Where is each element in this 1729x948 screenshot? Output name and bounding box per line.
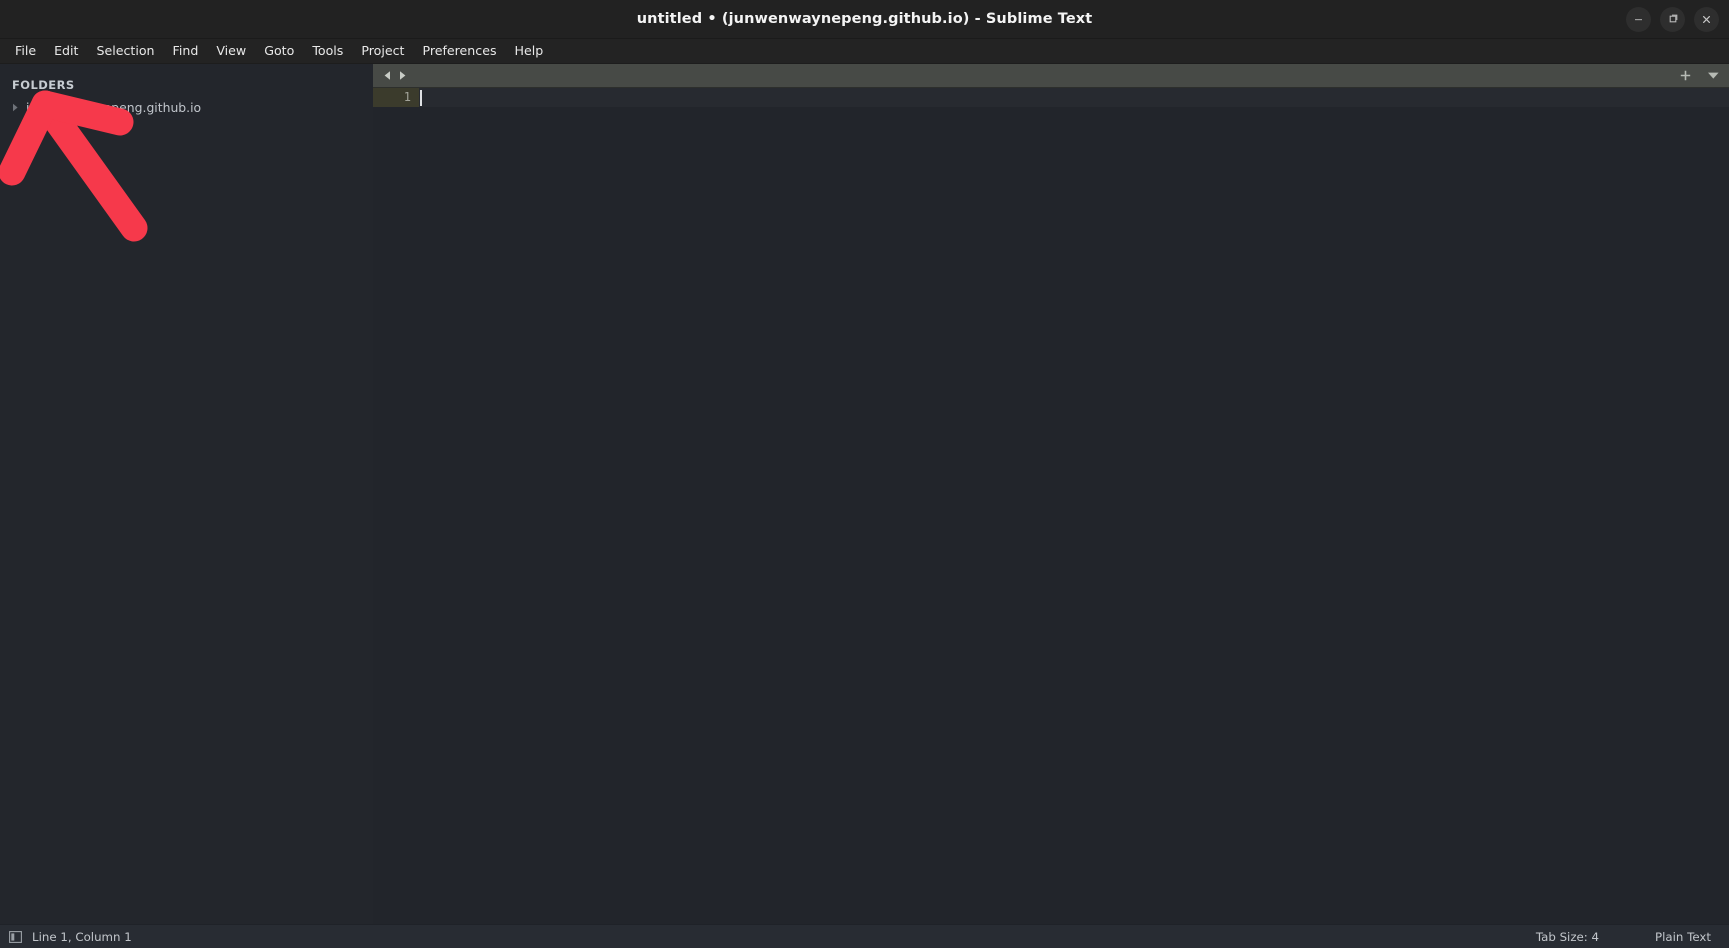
plus-icon[interactable] [1678, 69, 1692, 83]
menu-item-view[interactable]: View [207, 40, 255, 62]
menu-item-tools[interactable]: Tools [303, 40, 352, 62]
sidebar-folder-item[interactable]: junwenwaynepeng.github.io [0, 98, 373, 117]
menu-item-edit[interactable]: Edit [45, 40, 87, 62]
code-area[interactable] [419, 88, 1729, 924]
line-number: 1 [403, 90, 411, 104]
editor-body[interactable]: 1 [373, 88, 1729, 924]
menu-item-preferences[interactable]: Preferences [413, 40, 505, 62]
sidebar-folder-label: junwenwaynepeng.github.io [26, 100, 202, 115]
sublime-text-window: untitled • (junwenwaynepeng.github.io) -… [0, 0, 1729, 948]
menu-item-goto[interactable]: Goto [255, 40, 303, 62]
line-number-gutter: 1 [373, 88, 419, 924]
editor-pane: 1 [373, 64, 1729, 924]
close-button[interactable] [1694, 6, 1719, 32]
sidebar: FOLDERS junwenwaynepeng.github.io [0, 64, 373, 924]
status-bar: Line 1, Column 1 Tab Size: 4 Plain Text [0, 924, 1729, 948]
minimize-icon [1635, 18, 1642, 20]
menu-item-help[interactable]: Help [506, 40, 553, 62]
menu-item-find[interactable]: Find [164, 40, 208, 62]
menu-item-project[interactable]: Project [352, 40, 413, 62]
tab-bar-actions [1678, 64, 1720, 87]
minimize-button[interactable] [1626, 6, 1651, 32]
tab-nav-group [373, 68, 409, 83]
sidebar-toggle-icon[interactable] [9, 930, 22, 943]
close-icon [1703, 15, 1710, 23]
window-title: untitled • (junwenwaynepeng.github.io) -… [636, 11, 1093, 27]
status-bar-left: Line 1, Column 1 [0, 930, 132, 944]
sidebar-folders-header: FOLDERS [12, 78, 75, 92]
menu-bar: File Edit Selection Find View Goto Tools… [0, 39, 1729, 64]
maximize-button[interactable] [1660, 6, 1685, 32]
chevron-right-icon[interactable] [396, 68, 409, 83]
syntax-label[interactable]: Plain Text [1655, 930, 1711, 944]
chevron-down-icon[interactable] [1706, 69, 1720, 83]
chevron-left-icon[interactable] [381, 68, 394, 83]
active-line-highlight [419, 88, 1729, 107]
maximize-icon [1669, 14, 1677, 23]
tab-size-label[interactable]: Tab Size: 4 [1536, 930, 1599, 944]
text-caret [420, 90, 422, 106]
title-bar: untitled • (junwenwaynepeng.github.io) -… [0, 0, 1729, 39]
chevron-right-icon[interactable] [12, 103, 23, 112]
status-bar-right: Tab Size: 4 Plain Text [1536, 925, 1711, 948]
menu-item-file[interactable]: File [6, 40, 45, 62]
tab-bar [373, 64, 1729, 88]
cursor-position-label: Line 1, Column 1 [32, 929, 132, 944]
workspace: FOLDERS junwenwaynepeng.github.io 1 [0, 64, 1729, 924]
menu-item-selection[interactable]: Selection [87, 40, 163, 62]
window-controls [1626, 0, 1719, 38]
